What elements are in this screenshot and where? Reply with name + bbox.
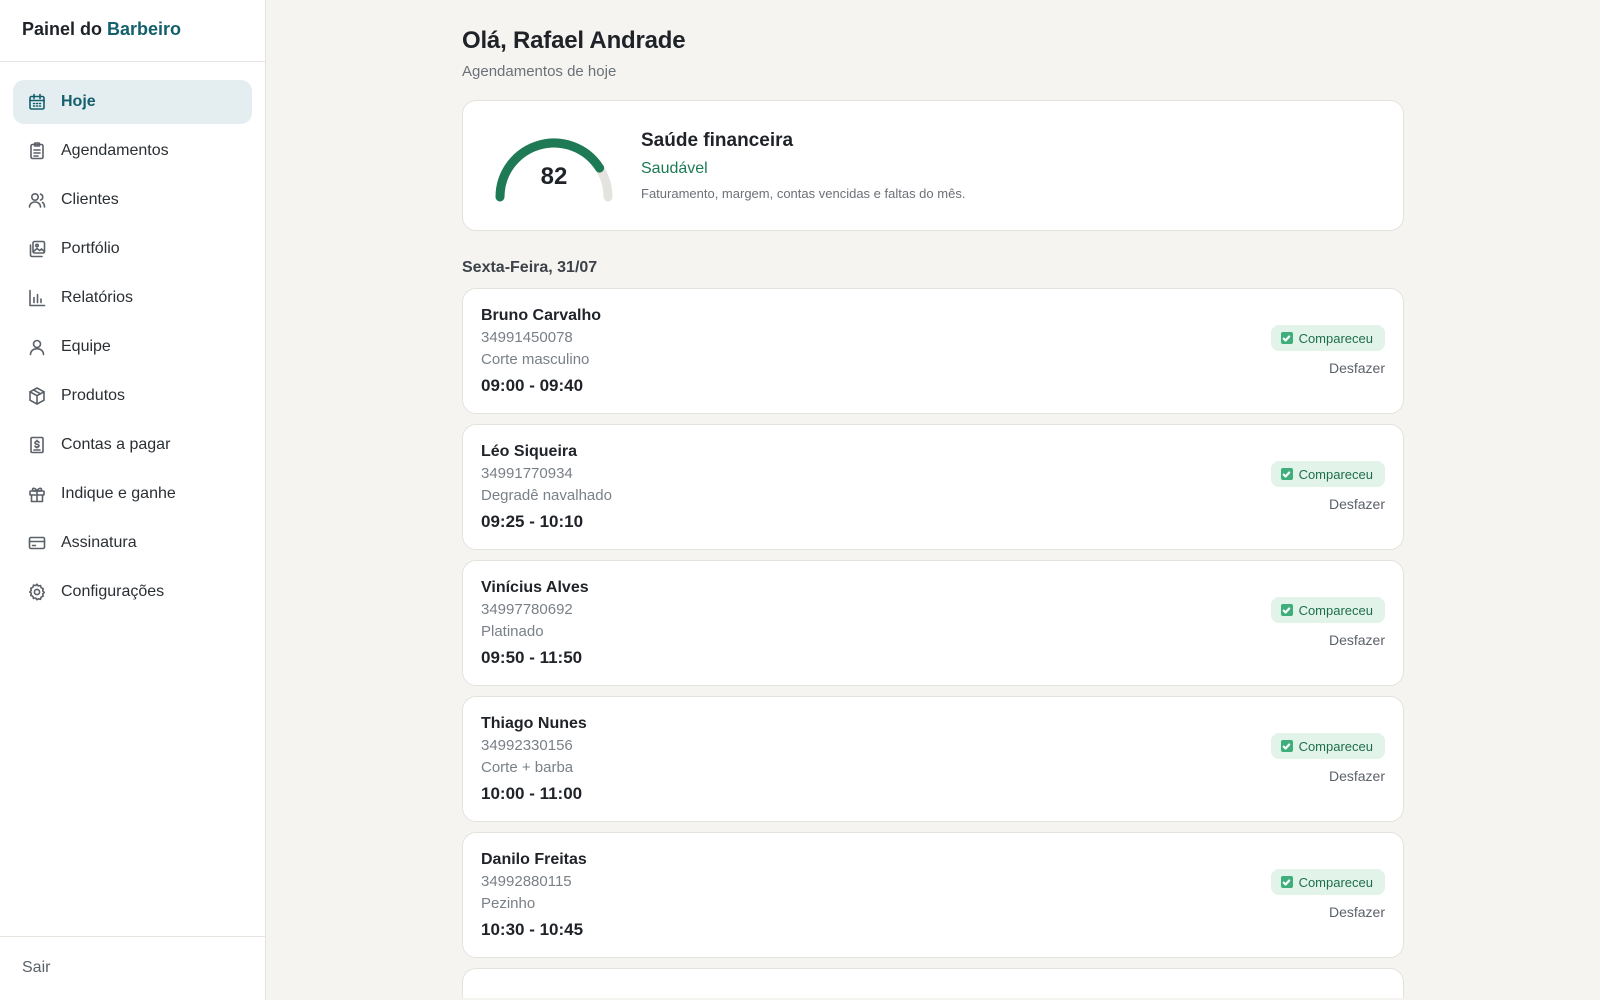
attendance-badge: Compareceu (1270, 461, 1385, 487)
client-name: Danilo Freitas (481, 851, 587, 868)
sidebar-item-label: Hoje (61, 93, 96, 110)
gift-icon (27, 484, 47, 504)
main-content: Olá, Rafael Andrade Agendamentos de hoje… (462, 0, 1404, 998)
check-icon (1280, 740, 1293, 752)
sidebar-item-label: Configurações (61, 583, 165, 600)
appointment-card[interactable]: Thiago Nunes 34992330156 Corte + barba 10:0… (462, 696, 1404, 822)
check-icon (1280, 604, 1293, 616)
appointment-card[interactable]: Léo Siqueira 34991770934 Degradê navalhado… (462, 424, 1404, 550)
check-icon (1280, 468, 1293, 480)
client-name: Vinícius Alves (481, 579, 589, 596)
service-name: Corte + barba (481, 759, 574, 776)
client-phone: 34991770934 (481, 465, 573, 482)
sidebar-item-assinatura[interactable]: Assinatura (13, 521, 252, 565)
client-phone: 34997780692 (481, 601, 573, 618)
client-phone: 34992330156 (481, 737, 573, 754)
sidebar-item-relatorios[interactable]: Relatórios (13, 276, 252, 320)
package-icon (27, 386, 47, 406)
appointment-card[interactable]: Vinícius Alves 34997780692 Platinado 09:50 … (462, 560, 1404, 686)
appointment-list: Bruno Carvalho 34991450078 Corte masculino… (462, 288, 1404, 998)
undo-button[interactable]: Desfazer (1329, 496, 1385, 512)
sidebar-item-label: Portfólio (61, 240, 120, 257)
sidebar-item-label: Agendamentos (61, 142, 169, 159)
sidebar-item-label: Clientes (61, 191, 119, 208)
appointment-time: 09:50 - 11:50 (481, 648, 583, 667)
bar-chart-icon (27, 288, 47, 308)
attendance-status: Compareceu (1298, 738, 1373, 754)
client-name: Léo Siqueira (481, 443, 578, 460)
calendar-icon (27, 92, 47, 112)
sidebar-item-indique-e-ganhe[interactable]: Indique e ganhe (13, 472, 252, 516)
client-phone: 34991450078 (481, 329, 573, 346)
check-icon (1280, 876, 1293, 888)
health-status: Saudável (641, 160, 708, 177)
user-icon (27, 337, 47, 357)
health-description: Faturamento, margem, contas vencidas e f… (641, 186, 966, 201)
attendance-status: Compareceu (1298, 466, 1373, 482)
appointment-card[interactable]: Bruno Carvalho 34991450078 Corte masculino… (462, 288, 1404, 414)
appointment-card[interactable] (462, 968, 1404, 998)
sidebar-item-label: Assinatura (61, 534, 137, 551)
client-phone: 34992880115 (481, 873, 572, 890)
sidebar-item-label: Relatórios (61, 289, 134, 306)
sidebar-item-agendamentos[interactable]: Agendamentos (13, 129, 252, 173)
health-info: Saúde financeira Saudável Faturamento, m… (641, 130, 965, 201)
credit-card-icon (27, 533, 47, 553)
day-label: Sexta-Feira, 31/07 (462, 259, 598, 276)
sidebar-nav: Hoje Agendamentos Clientes Portfólio Relatór… (0, 62, 265, 614)
receipt-icon (27, 435, 47, 455)
appointment-card[interactable]: Danilo Freitas 34992880115 Pezinho 10:30 - … (462, 832, 1404, 958)
sidebar-item-clientes[interactable]: Clientes (13, 178, 252, 222)
sidebar-item-portfolio[interactable]: Portfólio (13, 227, 252, 271)
service-name: Degradê navalhado (481, 487, 612, 504)
appointment-time: 09:00 - 09:40 (481, 376, 584, 395)
clipboard-icon (27, 141, 47, 161)
attendance-badge: Compareceu (1270, 869, 1385, 895)
attendance-badge: Compareceu (1270, 597, 1385, 623)
undo-button[interactable]: Desfazer (1329, 904, 1385, 920)
service-name: Pezinho (481, 895, 536, 912)
page-title: Olá, Rafael Andrade (462, 27, 686, 54)
sidebar-item-label: Equipe (61, 338, 111, 355)
users-icon (27, 190, 47, 210)
health-title: Saúde financeira (641, 130, 794, 151)
service-name: Corte masculino (481, 351, 590, 368)
sidebar-item-label: Produtos (61, 387, 126, 404)
attendance-status: Compareceu (1298, 330, 1373, 346)
brand-logo: Painel do Barbeiro (0, 0, 265, 62)
page-subtitle: Agendamentos de hoje (462, 63, 617, 80)
sidebar-item-equipe[interactable]: Equipe (13, 325, 252, 369)
images-icon (27, 239, 47, 259)
brand-accent: Barbeiro (107, 19, 182, 39)
undo-button[interactable]: Desfazer (1329, 360, 1385, 376)
check-icon (1280, 332, 1293, 344)
brand-prefix: Painel do (22, 19, 103, 39)
service-name: Platinado (481, 623, 544, 640)
attendance-badge: Compareceu (1270, 325, 1385, 351)
appointment-time: 09:25 - 10:10 (481, 512, 584, 531)
attendance-status: Compareceu (1298, 602, 1373, 618)
sidebar-item-contas-a-pagar[interactable]: Contas a pagar (13, 423, 252, 467)
sidebar-item-configuracoes[interactable]: Configurações (13, 570, 252, 614)
sidebar-item-label: Contas a pagar (61, 436, 171, 453)
sidebar: Painel do Barbeiro Hoje Agendamentos Clien… (0, 0, 266, 1000)
undo-button[interactable]: Desfazer (1329, 768, 1385, 784)
appointment-time: 10:30 - 10:45 (481, 920, 584, 939)
sidebar-item-produtos[interactable]: Produtos (13, 374, 252, 418)
attendance-status: Compareceu (1298, 874, 1373, 890)
client-name: Bruno Carvalho (481, 307, 602, 324)
sidebar-item-hoje[interactable]: Hoje (13, 80, 252, 124)
attendance-badge: Compareceu (1270, 733, 1385, 759)
logout-link[interactable]: Sair (0, 936, 265, 1000)
client-name: Thiago Nunes (481, 715, 587, 732)
financial-health-card[interactable]: 82 Saúde financeira Saudável Faturamento… (462, 100, 1404, 231)
health-score: 82 (540, 163, 568, 190)
undo-button[interactable]: Desfazer (1329, 632, 1385, 648)
sidebar-item-label: Indique e ganhe (61, 485, 176, 502)
appointment-time: 10:00 - 11:00 (481, 784, 583, 803)
gear-icon (27, 582, 47, 602)
